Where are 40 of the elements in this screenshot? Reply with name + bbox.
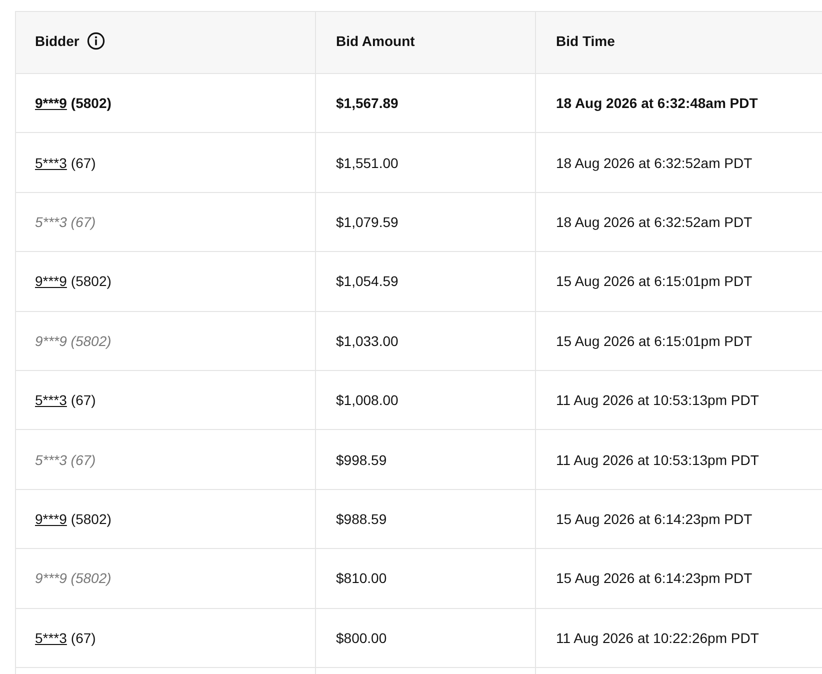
bidder-name: 9***9 (5802)	[35, 332, 112, 349]
feedback-score: (67)	[70, 154, 96, 171]
bid-time: 11 Aug 2026 at 10:22:26pm PDT	[556, 630, 759, 646]
bidder-link[interactable]: 5***3	[35, 630, 67, 646]
bid-amount: $800.00	[336, 630, 387, 646]
bid-time: 15 Aug 2026 at 6:15:01pm PDT	[556, 332, 752, 349]
column-header: Bidder	[35, 32, 80, 48]
bid-amount: $1,033.00	[336, 332, 398, 349]
bid-amount: $1,079.59	[336, 214, 398, 230]
bidder-name: 5***3 (67)	[35, 452, 96, 468]
bid-amount: $988.59	[336, 510, 387, 527]
bid-time: 15 Aug 2026 at 6:14:23pm PDT	[556, 570, 752, 586]
info-icon[interactable]	[87, 32, 106, 50]
bid-amount: $1,008.00	[336, 392, 398, 408]
bidder-name: 9***9 (5802)	[35, 570, 112, 586]
column-header: Bid Time	[556, 32, 615, 48]
feedback-score: (5802)	[70, 273, 112, 290]
feedback-score: (5802)	[70, 95, 112, 112]
bid-amount: $1,551.00	[336, 154, 398, 171]
bidder-link[interactable]: 5***3	[35, 392, 67, 408]
bidder-link[interactable]: 9***9	[35, 95, 67, 112]
bid-time: 18 Aug 2026 at 6:32:48am PDT	[556, 95, 758, 112]
bid-time: 15 Aug 2026 at 6:14:23pm PDT	[556, 510, 752, 527]
bid-amount: $810.00	[336, 570, 387, 586]
bid-time: 11 Aug 2026 at 10:53:13pm PDT	[556, 392, 759, 408]
bid-time: 11 Aug 2026 at 10:53:13pm PDT	[556, 452, 759, 468]
bid-amount: $1,054.59	[336, 273, 398, 290]
bidder-name: 5***3 (67)	[35, 214, 96, 230]
bid-amount: $1,567.89	[336, 95, 398, 112]
bidder-link[interactable]: 5***3	[35, 154, 67, 171]
column-header: Bid Amount	[336, 32, 415, 48]
bid-time: 18 Aug 2026 at 6:32:52am PDT	[556, 154, 752, 171]
feedback-score: (67)	[70, 630, 96, 646]
bid-time: 15 Aug 2026 at 6:15:01pm PDT	[556, 273, 752, 290]
feedback-score: (5802)	[70, 510, 112, 527]
bidder-link[interactable]: 9***9	[35, 273, 67, 290]
feedback-score: (67)	[70, 392, 96, 408]
bid-amount: $998.59	[336, 452, 387, 468]
bidder-link[interactable]: 9***9	[35, 510, 67, 527]
bid-time: 18 Aug 2026 at 6:32:52am PDT	[556, 214, 752, 230]
